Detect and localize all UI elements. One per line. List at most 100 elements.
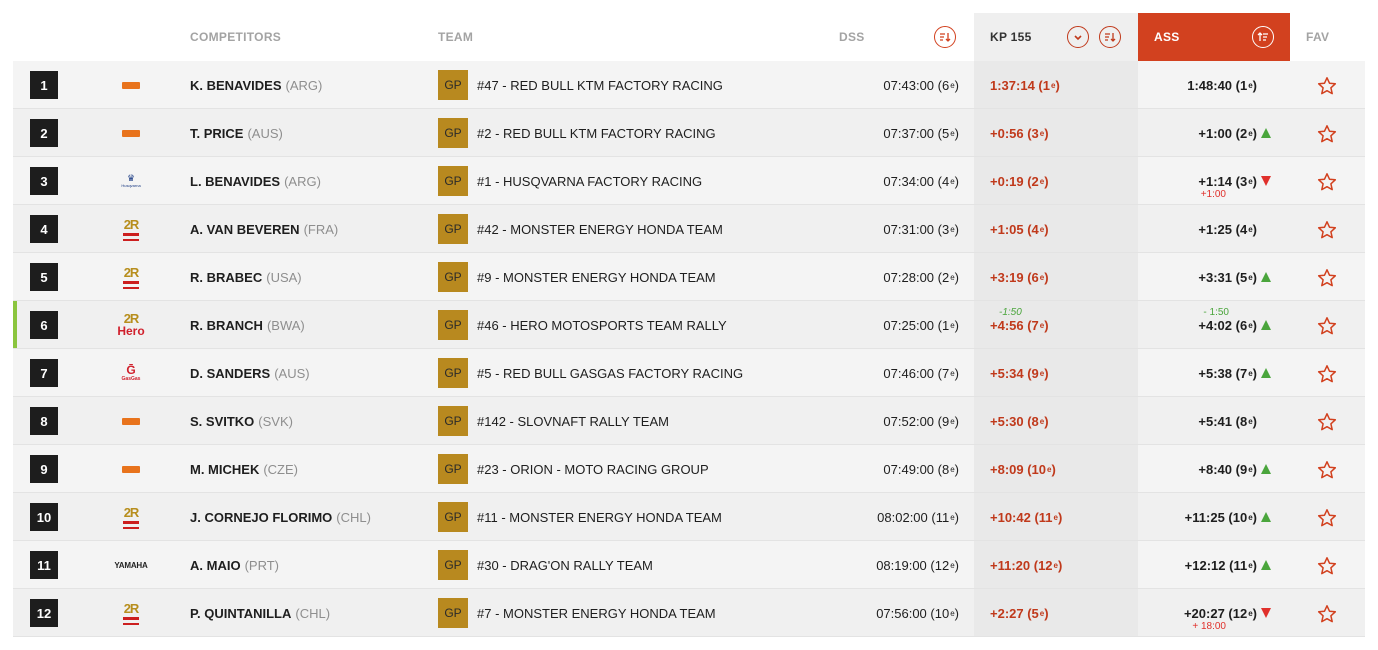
ktm-logo-icon xyxy=(122,129,140,137)
kp-value: +5:30 (8 xyxy=(990,413,1039,429)
dss-close: ) xyxy=(954,605,959,621)
position-down-icon xyxy=(1261,176,1271,186)
kp-close: ) xyxy=(1044,125,1049,141)
team-name: #30 - DRAG'ON RALLY TEAM xyxy=(477,557,653,573)
chevron-down-icon[interactable] xyxy=(1067,26,1089,48)
ass-close: ) xyxy=(1252,461,1257,477)
table-row[interactable]: 3 ♛ Husqvarna L. BENAVIDES (ARG) GP #1 - HUSQV… xyxy=(13,157,1365,205)
gp-badge: GP xyxy=(438,262,468,292)
favorite-star-icon[interactable] xyxy=(1317,316,1337,336)
favorite-star-icon[interactable] xyxy=(1317,172,1337,192)
position-up-icon xyxy=(1261,368,1271,378)
dss-close: ) xyxy=(954,173,959,189)
rider-name-text: K. BENAVIDES xyxy=(190,77,282,93)
kp-close: ) xyxy=(1044,413,1049,429)
ass-close: ) xyxy=(1252,365,1257,381)
favorite-star-icon[interactable] xyxy=(1317,460,1337,480)
kp-time: +2:27 (5 e) xyxy=(990,589,1049,637)
ass-value: 1:48:40 (1 xyxy=(1187,77,1248,93)
brand-logo xyxy=(105,67,157,103)
kp-close: ) xyxy=(1044,221,1049,237)
favorite-star-icon[interactable] xyxy=(1317,556,1337,576)
rider-name[interactable]: D. SANDERS (AUS) xyxy=(190,349,310,397)
sort-dss-icon[interactable] xyxy=(934,26,956,48)
favorite-star-icon[interactable] xyxy=(1317,76,1337,96)
position-badge: 12 xyxy=(30,599,58,627)
dss-value: 07:28:00 (2 xyxy=(883,269,950,285)
favorite-star-icon[interactable] xyxy=(1317,124,1337,144)
rider-nationality: (FRA) xyxy=(303,221,339,237)
table-row[interactable]: 7 Ḡ GasGas D. SANDERS (AUS) GP #5 - RED BULL G… xyxy=(13,349,1365,397)
position-badge: 6 xyxy=(30,311,58,339)
gp-badge: GP xyxy=(438,118,468,148)
rider-name-text: R. BRANCH xyxy=(190,317,263,333)
table-row[interactable]: 5 2R R. BRABEC (USA) GP #9 - MONSTER ENERGY H… xyxy=(13,253,1365,301)
dss-value: 07:43:00 (6 xyxy=(883,77,950,93)
kp-time: +0:19 (2 e) xyxy=(990,157,1049,205)
table-row[interactable]: 11 YAMAHA A. MAIO (PRT) GP #30 - DRAG'ON RALL… xyxy=(13,541,1365,589)
table-row[interactable]: 2 T. PRICE (AUS) GP #2 - RED BULL KTM FACTOR… xyxy=(13,109,1365,157)
favorite-star-icon[interactable] xyxy=(1317,364,1337,384)
favorite-star-icon[interactable] xyxy=(1317,220,1337,240)
ass-time: +5:38 (7 e) xyxy=(1198,349,1257,397)
sort-ass-icon[interactable] xyxy=(1252,26,1274,48)
brand-logo: ♛ Husqvarna xyxy=(105,163,157,199)
kp-time: +4:56 (7 e) xyxy=(990,301,1049,349)
rider-name[interactable]: R. BRABEC (USA) xyxy=(190,253,302,301)
kp-time: +5:30 (8 e) xyxy=(990,397,1049,445)
dss-value: 07:46:00 (7 xyxy=(883,365,950,381)
rider-nationality: (SVK) xyxy=(258,413,293,429)
favorite-star-icon[interactable] xyxy=(1317,268,1337,288)
position-badge: 5 xyxy=(30,263,58,291)
position-up-icon xyxy=(1261,464,1271,474)
table-row[interactable]: 12 2R P. QUINTANILLA (CHL) GP #7 - MONSTER EN… xyxy=(13,589,1365,637)
rider-name[interactable]: T. PRICE (AUS) xyxy=(190,109,283,157)
table-row[interactable]: 6 2R Hero R. BRANCH (BWA) GP #46 - HERO MOTOSP… xyxy=(13,301,1365,349)
husqvarna-logo-icon: ♛ xyxy=(126,173,136,183)
dss-close: ) xyxy=(954,317,959,333)
dss-time: 07:28:00 (2 e) xyxy=(883,253,959,301)
ass-close: ) xyxy=(1252,173,1257,189)
table-row[interactable]: 9 M. MICHEK (CZE) GP #23 - ORION - MOTO RACI… xyxy=(13,445,1365,493)
dss-time: 07:56:00 (10 e) xyxy=(876,589,959,637)
team-name: #1 - HUSQVARNA FACTORY RACING xyxy=(477,173,703,189)
favorite-star-icon[interactable] xyxy=(1317,604,1337,624)
rider-name[interactable]: P. QUINTANILLA (CHL) xyxy=(190,589,330,637)
team-name: #42 - MONSTER ENERGY HONDA TEAM xyxy=(477,221,723,237)
honda-logo-icon xyxy=(123,280,139,289)
ass-value: +5:41 (8 xyxy=(1198,413,1248,429)
2r-logo-text: 2R xyxy=(123,504,140,520)
rider-name-text: A. MAIO xyxy=(190,557,241,573)
ass-time: +5:41 (8 e) xyxy=(1198,397,1257,445)
team-name: #5 - RED BULL GASGAS FACTORY RACING xyxy=(477,365,744,381)
brand-logo xyxy=(105,403,157,439)
rider-name[interactable]: A. MAIO (PRT) xyxy=(190,541,279,589)
kp-value: +1:05 (4 xyxy=(990,221,1039,237)
honda-logo-icon xyxy=(123,520,139,529)
favorite-star-icon[interactable] xyxy=(1317,412,1337,432)
rider-name-text: P. QUINTANILLA xyxy=(190,605,292,621)
kp-close: ) xyxy=(1044,173,1049,189)
rider-name[interactable]: S. SVITKO (SVK) xyxy=(190,397,293,445)
rider-name-text: J. CORNEJO FLORIMO xyxy=(190,509,333,525)
gp-badge: GP xyxy=(438,454,468,484)
table-row[interactable]: 8 S. SVITKO (SVK) GP #142 - SLOVNAFT RALLY T… xyxy=(13,397,1365,445)
hero-logo-text: Hero xyxy=(117,324,145,338)
favorite-star-icon[interactable] xyxy=(1317,508,1337,528)
kp-time: +10:42 (11 e) xyxy=(990,493,1062,541)
rider-name[interactable]: M. MICHEK (CZE) xyxy=(190,445,298,493)
rider-nationality: (BWA) xyxy=(266,317,305,333)
rider-name[interactable]: J. CORNEJO FLORIMO (CHL) xyxy=(190,493,371,541)
sort-kp-icon[interactable] xyxy=(1099,26,1121,48)
table-row[interactable]: 1 K. BENAVIDES (ARG) GP #47 - RED BULL KTM F… xyxy=(13,61,1365,109)
2r-logo-text: 2R xyxy=(123,264,140,280)
rider-name[interactable]: K. BENAVIDES (ARG) xyxy=(190,61,322,109)
gp-badge: GP xyxy=(438,358,468,388)
rider-name[interactable]: R. BRANCH (BWA) xyxy=(190,301,305,349)
rider-name[interactable]: L. BENAVIDES (ARG) xyxy=(190,157,321,205)
table-row[interactable]: 4 2R A. VAN BEVEREN (FRA) GP #42 - MONSTER EN… xyxy=(13,205,1365,253)
table-row[interactable]: 10 2R J. CORNEJO FLORIMO (CHL) GP #11 - MONST… xyxy=(13,493,1365,541)
kp-value: +2:27 (5 xyxy=(990,605,1039,621)
rider-name[interactable]: A. VAN BEVEREN (FRA) xyxy=(190,205,338,253)
brand-logo: 2R xyxy=(105,595,157,631)
